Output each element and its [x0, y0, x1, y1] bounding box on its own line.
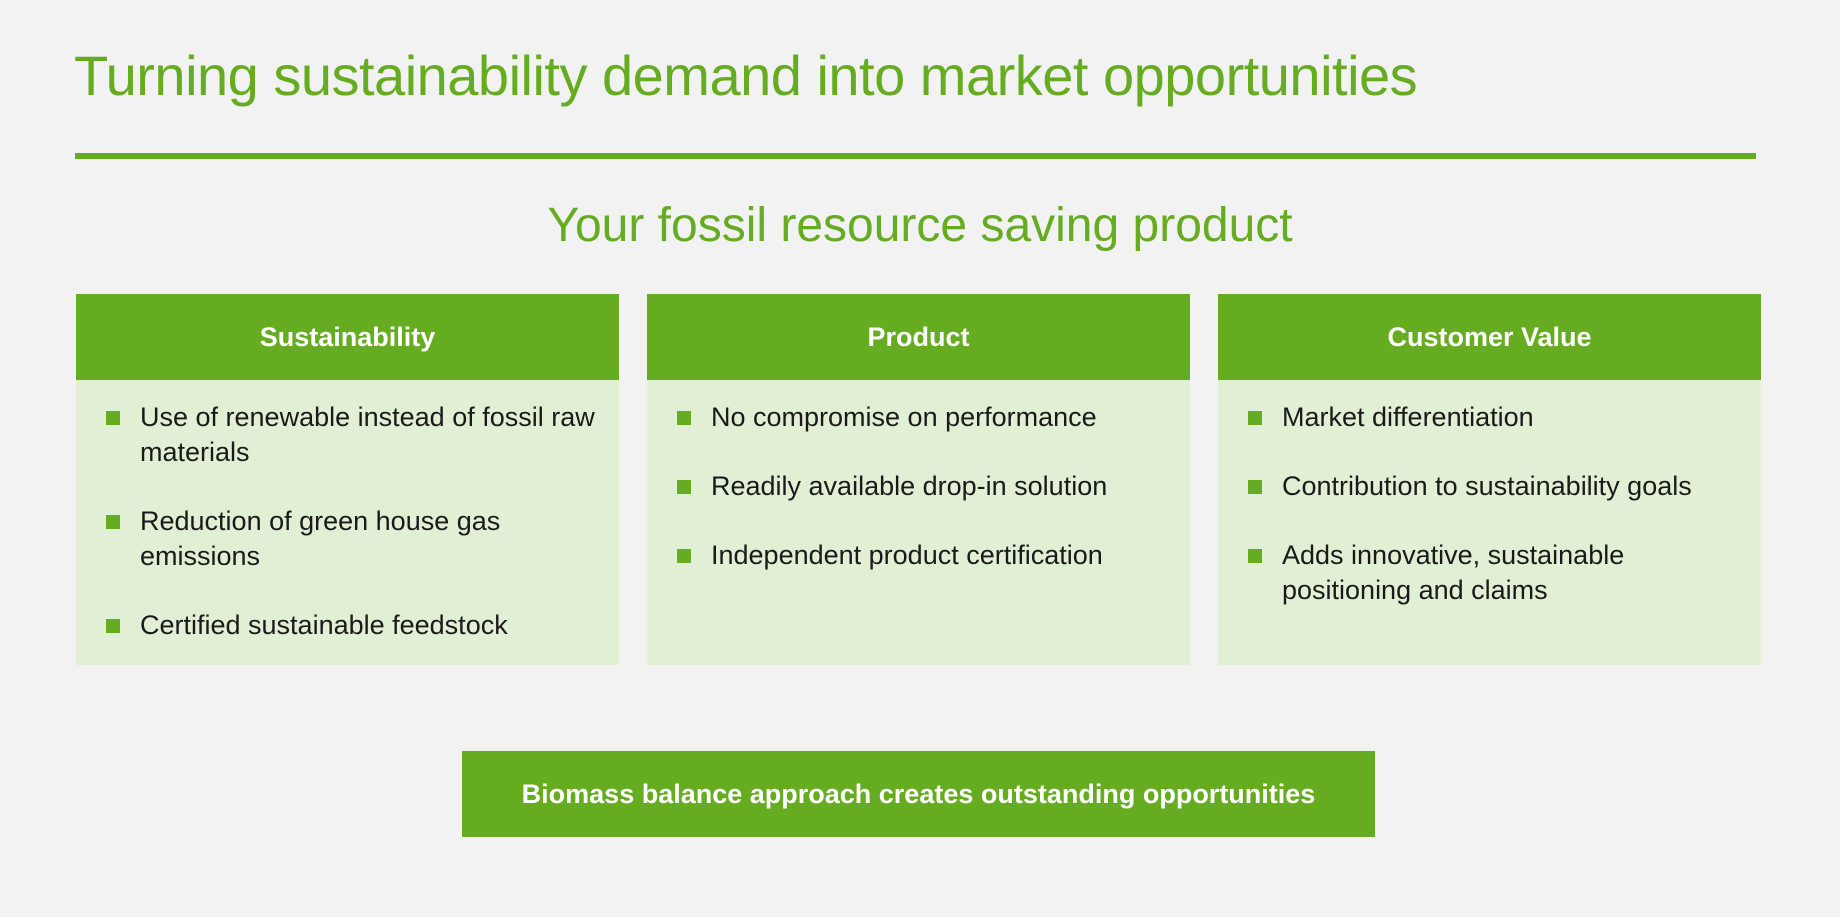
- list-item: Independent product certification: [677, 538, 1170, 573]
- square-bullet-icon: [106, 515, 120, 529]
- column-list: No compromise on performance Readily ava…: [647, 380, 1190, 573]
- slide-title: Turning sustainability demand into marke…: [74, 44, 1418, 107]
- conclusion-banner: Biomass balance approach creates outstan…: [462, 751, 1375, 837]
- column-header: Product: [647, 294, 1190, 380]
- list-item: Readily available drop-in solution: [677, 469, 1170, 504]
- slide-subtitle: Your fossil resource saving product: [547, 199, 1293, 252]
- square-bullet-icon: [106, 411, 120, 425]
- list-item: Certified sustainable feedstock: [106, 608, 599, 643]
- list-item-text: Certified sustainable feedstock: [140, 610, 508, 640]
- list-item: No compromise on performance: [677, 400, 1170, 435]
- square-bullet-icon: [1248, 411, 1262, 425]
- list-item-text: Adds innovative, sustainable positioning…: [1282, 540, 1625, 605]
- column-product: Product No compromise on performance Rea…: [647, 294, 1190, 665]
- square-bullet-icon: [677, 480, 691, 494]
- square-bullet-icon: [106, 619, 120, 633]
- column-header: Sustainability: [76, 294, 619, 380]
- title-divider: [75, 153, 1756, 159]
- list-item-text: Readily available drop-in solution: [711, 471, 1108, 501]
- list-item-text: Market differentiation: [1282, 402, 1534, 432]
- list-item-text: Reduction of green house gas emissions: [140, 506, 501, 571]
- square-bullet-icon: [1248, 480, 1262, 494]
- list-item-text: Contribution to sustainability goals: [1282, 471, 1692, 501]
- column-header: Customer Value: [1218, 294, 1761, 380]
- list-item: Market differentiation: [1248, 400, 1741, 435]
- list-item: Adds innovative, sustainable positioning…: [1248, 538, 1741, 608]
- square-bullet-icon: [677, 411, 691, 425]
- list-item-text: Independent product certification: [711, 540, 1103, 570]
- column-list: Market differentiation Contribution to s…: [1218, 380, 1761, 608]
- list-item: Contribution to sustainability goals: [1248, 469, 1741, 504]
- list-item: Use of renewable instead of fossil raw m…: [106, 400, 599, 470]
- list-item-text: No compromise on performance: [711, 402, 1097, 432]
- square-bullet-icon: [1248, 549, 1262, 563]
- list-item: Reduction of green house gas emissions: [106, 504, 599, 574]
- list-item-text: Use of renewable instead of fossil raw m…: [140, 402, 595, 467]
- square-bullet-icon: [677, 549, 691, 563]
- column-customer-value: Customer Value Market differentiation Co…: [1218, 294, 1761, 665]
- column-sustainability: Sustainability Use of renewable instead …: [76, 294, 619, 665]
- column-list: Use of renewable instead of fossil raw m…: [76, 380, 619, 643]
